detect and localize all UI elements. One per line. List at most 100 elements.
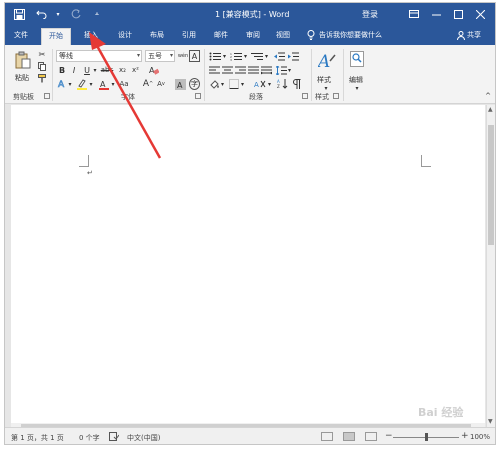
asian-layout-icon[interactable]: A — [253, 78, 267, 90]
zoom-out-button[interactable]: − — [385, 431, 393, 441]
chevron-down-icon[interactable]: ▾ — [287, 65, 292, 75]
tab-home[interactable]: 开始 — [41, 28, 71, 45]
styles-gallery-icon[interactable]: A — [317, 49, 337, 73]
close-icon[interactable] — [469, 5, 491, 23]
decrease-indent-icon[interactable] — [273, 51, 285, 61]
scroll-up-icon[interactable]: ▲ — [488, 106, 493, 113]
enclose-character-icon[interactable]: 字 — [189, 78, 200, 90]
redo-icon[interactable] — [67, 6, 83, 22]
align-right-icon[interactable] — [234, 65, 246, 75]
ribbon-display-options-icon[interactable] — [403, 5, 425, 23]
chevron-down-icon[interactable]: ▾ — [323, 85, 329, 92]
styles-launcher-icon[interactable] — [333, 93, 339, 99]
print-layout-icon[interactable] — [343, 432, 355, 441]
chevron-down-icon[interactable]: ▾ — [67, 78, 73, 90]
align-left-icon[interactable] — [208, 65, 220, 75]
tab-design[interactable]: 设计 — [111, 28, 139, 45]
align-center-icon[interactable] — [221, 65, 233, 75]
vertical-scrollbar[interactable]: ▲ ▼ — [486, 105, 495, 427]
zoom-in-button[interactable]: + — [461, 431, 469, 441]
grow-font-button[interactable]: A ^ — [143, 78, 153, 90]
document-page[interactable]: ↵ — [11, 105, 485, 423]
justify-icon[interactable] — [247, 65, 259, 75]
superscript-button[interactable]: x² — [130, 65, 141, 75]
chevron-down-icon[interactable]: ▾ — [220, 78, 225, 90]
change-case-button[interactable]: Aa — [117, 78, 131, 90]
svg-text:A: A — [318, 52, 330, 71]
show-marks-icon[interactable] — [290, 78, 302, 90]
paste-label[interactable]: 粘贴 — [15, 73, 29, 83]
underline-button[interactable]: U — [82, 65, 92, 75]
paragraph-launcher-icon[interactable] — [302, 93, 308, 99]
line-spacing-icon[interactable] — [275, 65, 287, 75]
chevron-down-icon[interactable]: ▾ — [240, 78, 245, 90]
styles-button-label[interactable]: 样式 — [317, 75, 331, 85]
strikethrough-button[interactable]: abc — [100, 65, 114, 75]
copy-icon[interactable] — [37, 61, 47, 71]
shading-icon[interactable] — [208, 78, 220, 90]
read-mode-icon[interactable] — [321, 432, 333, 441]
italic-button[interactable]: I — [69, 65, 79, 75]
zoom-slider-thumb[interactable] — [424, 433, 428, 441]
font-color-icon[interactable]: A — [98, 78, 110, 90]
tell-me-box[interactable]: 告诉我你想要做什么 — [307, 30, 382, 40]
tab-layout[interactable]: 布局 — [143, 28, 171, 45]
collapse-ribbon-icon[interactable]: ^ — [484, 92, 492, 100]
customize-qat-icon[interactable]: ⩡ — [89, 6, 105, 22]
cut-icon[interactable]: ✂ — [37, 49, 47, 59]
web-layout-icon[interactable] — [365, 432, 377, 441]
sort-icon[interactable]: AZ — [276, 78, 288, 90]
share-button[interactable]: 共享 — [457, 30, 481, 40]
distributed-icon[interactable] — [260, 65, 272, 75]
find-icon[interactable] — [349, 49, 365, 69]
undo-dropdown-icon[interactable]: ▾ — [55, 6, 61, 22]
highlight-color-icon[interactable] — [76, 78, 88, 90]
chevron-down-icon[interactable]: ▾ — [92, 65, 98, 75]
clipboard-launcher-icon[interactable] — [44, 93, 50, 99]
font-size-combo[interactable]: 五号 ▾ — [145, 50, 175, 62]
editing-button-label[interactable]: 编辑 — [349, 75, 363, 85]
chevron-down-icon[interactable]: ▾ — [110, 78, 116, 90]
chevron-down-icon[interactable]: ▾ — [222, 51, 227, 61]
bullets-icon[interactable] — [208, 51, 222, 61]
save-icon[interactable] — [11, 6, 27, 22]
enclose-characters-icon[interactable]: A — [189, 50, 200, 62]
text-effects-icon[interactable]: A — [57, 78, 67, 90]
increase-indent-icon[interactable] — [287, 51, 299, 61]
word-count[interactable]: 0 个字 — [79, 433, 100, 443]
chevron-down-icon[interactable]: ▾ — [267, 78, 272, 90]
chevron-down-icon[interactable]: ▾ — [243, 51, 248, 61]
phonetic-guide-icon[interactable]: wén — [178, 50, 188, 62]
proofing-icon[interactable] — [109, 432, 120, 443]
multilevel-list-icon[interactable] — [250, 51, 264, 61]
bold-button[interactable]: B — [57, 65, 67, 75]
tab-view[interactable]: 视图 — [269, 28, 297, 45]
borders-icon[interactable] — [228, 78, 240, 90]
character-shading-icon[interactable]: A — [174, 78, 186, 90]
tab-review[interactable]: 审阅 — [239, 28, 267, 45]
maximize-icon[interactable] — [447, 5, 469, 23]
tab-file[interactable]: 文件 — [7, 28, 35, 45]
login-button[interactable]: 登录 — [362, 9, 378, 20]
tab-insert[interactable]: 插入 — [77, 28, 105, 45]
clear-formatting-icon[interactable]: A — [148, 64, 160, 76]
chevron-down-icon[interactable]: ▾ — [88, 78, 94, 90]
numbering-icon[interactable]: 123 — [229, 51, 243, 61]
minimize-icon[interactable] — [425, 5, 447, 23]
chevron-down-icon[interactable]: ▾ — [264, 51, 269, 61]
shrink-font-button[interactable]: Av — [156, 78, 166, 90]
margin-corner-left — [79, 155, 89, 167]
undo-icon[interactable] — [33, 6, 49, 22]
format-painter-icon[interactable] — [37, 73, 47, 83]
chevron-down-icon[interactable]: ▾ — [354, 85, 360, 92]
font-launcher-icon[interactable] — [195, 93, 201, 99]
tab-references[interactable]: 引用 — [175, 28, 203, 45]
tab-mailings[interactable]: 邮件 — [207, 28, 235, 45]
subscript-button[interactable]: x₂ — [117, 65, 128, 75]
language-indicator[interactable]: 中文(中国) — [127, 433, 160, 443]
font-name-combo[interactable]: 等线 ▾ — [56, 50, 142, 62]
scroll-thumb[interactable] — [488, 125, 494, 245]
page-count[interactable]: 第 1 页，共 1 页 — [11, 433, 64, 443]
paste-icon[interactable] — [13, 49, 33, 71]
zoom-level[interactable]: 100% — [470, 433, 490, 441]
